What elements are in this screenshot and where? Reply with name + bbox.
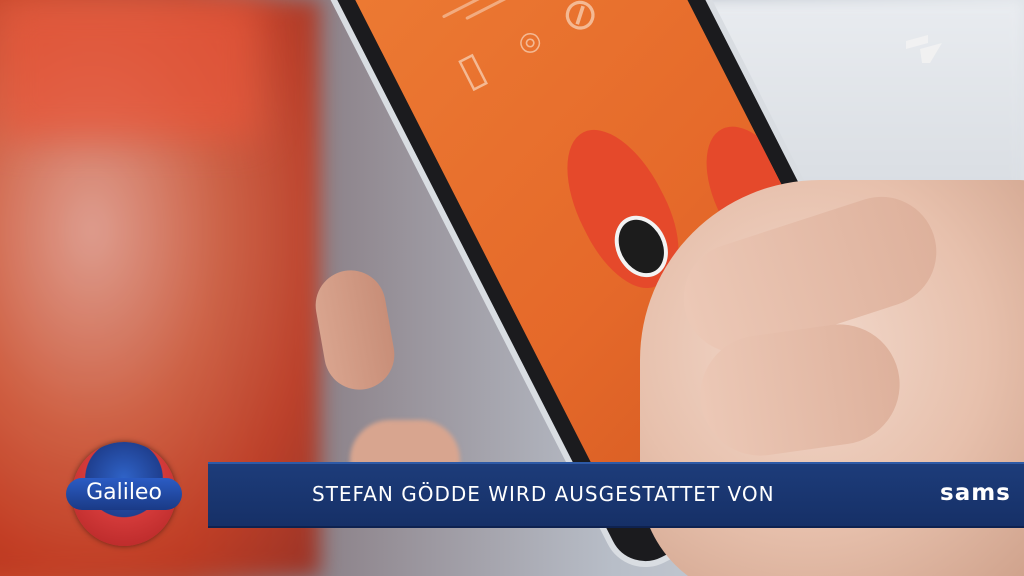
lower-third-banner: STEFAN GÖDDE WIRD AUSGESTATTET VON sams bbox=[208, 462, 1024, 528]
screen-text-line bbox=[465, 0, 565, 21]
lower-third-brand: sams bbox=[940, 480, 1011, 506]
galileo-logo-band: Galileo bbox=[66, 478, 182, 510]
galileo-logo-text: Galileo bbox=[86, 480, 162, 505]
insole-icon: ⊘ bbox=[551, 0, 608, 46]
thumb bbox=[310, 264, 400, 396]
lower-third-headline: STEFAN GÖDDE WIRD AUSGESTATTET VON bbox=[312, 482, 775, 506]
pro7-logo bbox=[906, 35, 942, 63]
phone-icon: ▯ bbox=[449, 41, 495, 98]
galileo-logo: Galileo bbox=[66, 442, 182, 546]
blurred-background-top bbox=[0, 0, 260, 140]
link-icon: ◎ bbox=[512, 23, 547, 61]
